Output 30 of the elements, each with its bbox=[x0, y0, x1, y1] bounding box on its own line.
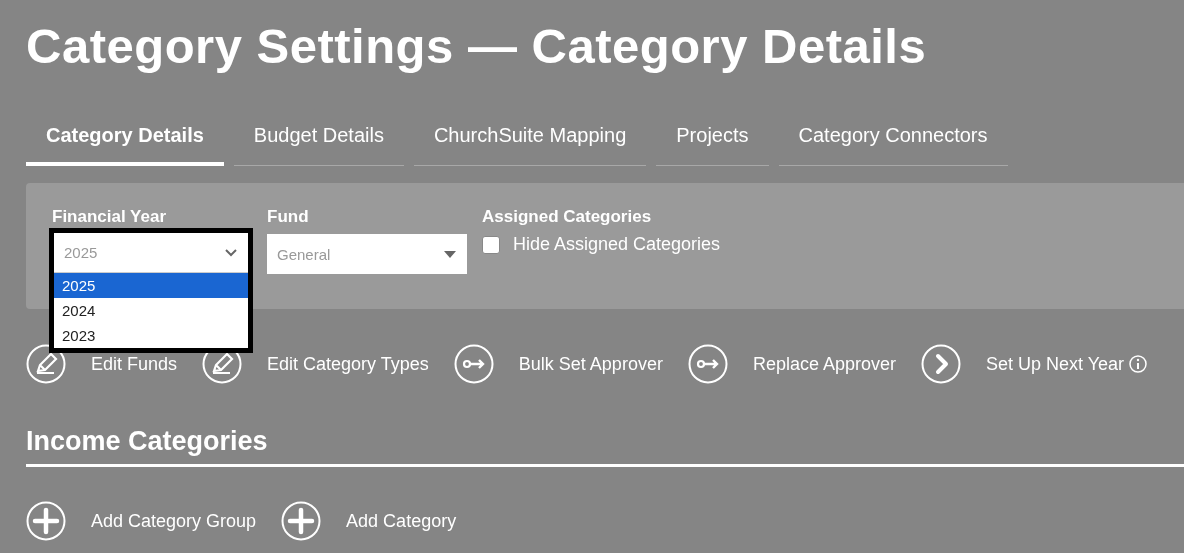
dropdown-option[interactable]: 2025 bbox=[54, 273, 248, 298]
tab[interactable]: Category Details bbox=[26, 124, 224, 166]
action-link[interactable]: Replace Approver bbox=[752, 353, 896, 375]
chevron-right-icon[interactable] bbox=[921, 344, 961, 384]
field-label: Financial Year bbox=[52, 207, 168, 227]
tab[interactable]: Category Connectors bbox=[778, 124, 1008, 166]
fund-select[interactable]: General bbox=[267, 234, 467, 274]
checkbox[interactable] bbox=[482, 235, 500, 254]
checkbox-label: Hide Assigned Categories bbox=[513, 234, 721, 255]
chevron-down-icon bbox=[224, 247, 238, 258]
tab[interactable]: Projects bbox=[656, 124, 769, 166]
action-link[interactable]: Edit Category Types bbox=[267, 353, 429, 375]
key-icon[interactable] bbox=[687, 344, 728, 384]
action-link[interactable]: Bulk Set Approver bbox=[518, 353, 663, 375]
key-icon[interactable] bbox=[453, 344, 494, 384]
page-title: Category Settings — Category Details bbox=[26, 18, 928, 75]
caret-down-icon bbox=[443, 249, 457, 259]
action-link[interactable]: Set Up Next Year bbox=[986, 353, 1125, 375]
edit-icon[interactable] bbox=[26, 344, 66, 384]
section-heading: Income Categories bbox=[26, 424, 1184, 467]
info-icon[interactable] bbox=[1129, 355, 1148, 373]
plus-icon[interactable] bbox=[26, 501, 66, 541]
field-label: Assigned Categories bbox=[482, 207, 653, 227]
action-link[interactable]: Add Category Group bbox=[91, 510, 257, 532]
action-link[interactable]: Edit Funds bbox=[91, 353, 178, 375]
tab[interactable]: Budget Details bbox=[233, 124, 404, 166]
action-link[interactable]: Add Category bbox=[346, 510, 457, 532]
plus-icon[interactable] bbox=[281, 501, 322, 541]
field-label: Fund bbox=[267, 207, 310, 227]
tab[interactable]: ChurchSuite Mapping bbox=[413, 124, 647, 166]
